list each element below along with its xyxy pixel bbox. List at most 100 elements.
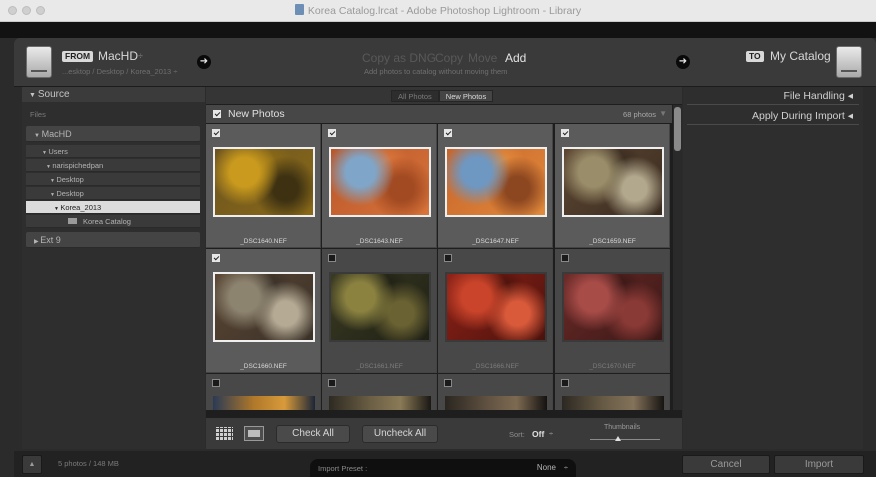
photo-thumbnail[interactable] (213, 272, 315, 342)
loupe-view-icon[interactable] (244, 426, 264, 441)
photo-grid-area: All Photos New Photos New Photos 68 phot… (206, 87, 682, 449)
folder-korea-2013[interactable]: ▼ Korea_2013 (26, 201, 200, 214)
window-title-wrap: Korea Catalog.lrcat - Adobe Photoshop Li… (0, 4, 876, 17)
photo-cell[interactable]: _DSC1666.NEF (438, 249, 553, 373)
photo-cell[interactable]: _DSC1659.NEF (555, 124, 670, 248)
mode-add[interactable]: Add (505, 51, 526, 65)
destination-hard-drive-icon[interactable] (836, 46, 862, 78)
source-dropdown-icon[interactable]: ÷ (138, 51, 143, 61)
photo-thumbnail-partial[interactable] (329, 396, 431, 410)
photo-checkbox-icon[interactable] (328, 129, 336, 137)
photo-checkbox-icon[interactable] (328, 254, 336, 262)
photo-thumbnail[interactable] (445, 272, 547, 342)
sort-value[interactable]: Off (532, 429, 544, 439)
photo-cell[interactable] (555, 374, 670, 410)
folder-users[interactable]: ▼ Users (26, 145, 200, 158)
import-button[interactable]: Import (774, 455, 864, 474)
destination-name[interactable]: My Catalog (770, 49, 831, 63)
photo-filename: _DSC1643.NEF (356, 238, 403, 245)
source-panel-header[interactable]: ▼ Source (22, 87, 205, 102)
grid-scrollbar[interactable] (673, 105, 682, 410)
photo-thumbnail-partial[interactable] (562, 396, 664, 410)
thumbnail-size-slider[interactable] (590, 436, 660, 441)
folder-desktop[interactable]: ▼ Desktop (26, 173, 200, 186)
thumbnail-slider-handle[interactable] (614, 436, 621, 441)
photo-thumbnail[interactable] (213, 147, 315, 217)
folder-user-home-label: narispichedpan (52, 161, 104, 170)
photo-thumbnail[interactable] (329, 272, 431, 342)
drive-ext9-label: Ext 9 (40, 235, 61, 245)
mode-copy-as-dng[interactable]: Copy as DNG (362, 51, 436, 65)
drive-ext9[interactable]: ▶ Ext 9 (26, 232, 200, 248)
lightroom-import-window: Korea Catalog.lrcat - Adobe Photoshop Li… (0, 0, 876, 477)
cancel-button[interactable]: Cancel (682, 455, 770, 474)
import-preset-label: Import Preset : (318, 464, 368, 473)
photo-checkbox-icon[interactable] (561, 379, 569, 387)
grid-scroll-thumb[interactable] (674, 107, 681, 151)
to-tag: TO (746, 51, 764, 62)
disclosure-triangle-icon: ▼ (29, 92, 38, 99)
folder-korea-catalog[interactable]: Korea Catalog (26, 215, 200, 228)
photo-checkbox-icon[interactable] (328, 379, 336, 387)
window-title: Korea Catalog.lrcat - Adobe Photoshop Li… (307, 5, 582, 17)
photo-checkbox-icon[interactable] (561, 254, 569, 262)
group-title: New Photos (228, 108, 285, 120)
photo-thumbnail-partial[interactable] (213, 396, 315, 410)
source-hard-drive-icon[interactable] (26, 46, 52, 78)
from-tag: FROM (62, 51, 94, 62)
tab-all-photos[interactable]: All Photos (391, 90, 439, 102)
photo-thumbnail[interactable] (562, 147, 664, 217)
photo-cell[interactable]: _DSC1640.NEF (206, 124, 321, 248)
photo-thumbnail[interactable] (445, 147, 547, 217)
photo-checkbox-icon[interactable] (212, 129, 220, 137)
photo-checkbox-icon[interactable] (212, 254, 220, 262)
photo-cell[interactable] (438, 374, 553, 410)
photo-cell[interactable]: _DSC1647.NEF (438, 124, 553, 248)
photo-thumbnail[interactable] (329, 147, 431, 217)
mode-copy[interactable]: Copy (435, 51, 463, 65)
photo-cell[interactable] (206, 374, 321, 410)
check-all-button[interactable]: Check All (276, 425, 350, 443)
photo-cell[interactable]: _DSC1643.NEF (322, 124, 437, 248)
drive-machd[interactable]: ▼ MacHD (26, 126, 200, 142)
disclosure-triangle-icon: ▼ (34, 133, 42, 139)
sort-dropdown-icon[interactable]: ÷ (549, 429, 553, 438)
photo-cell[interactable]: _DSC1660.NEF (206, 249, 321, 373)
toggle-compact-button[interactable]: ▲ (22, 455, 42, 474)
import-preset-value[interactable]: None (537, 463, 556, 472)
arrow-right-icon: ➜ (197, 55, 211, 69)
import-preset-bar[interactable]: Import Preset : None ÷ (310, 459, 576, 477)
folder-user-home[interactable]: ▼ narispichedpan (26, 159, 200, 172)
photo-filename: _DSC1670.NEF (589, 363, 636, 370)
folder-icon (68, 218, 77, 224)
photo-checkbox-icon[interactable] (212, 379, 220, 387)
photo-cell[interactable]: _DSC1661.NEF (322, 249, 437, 373)
tab-new-photos[interactable]: New Photos (438, 90, 494, 102)
source-drive-name[interactable]: MacHD (98, 49, 138, 63)
photo-checkbox-icon[interactable] (444, 254, 452, 262)
photo-checkbox-icon[interactable] (561, 129, 569, 137)
group-collapse-icon[interactable]: ▼ (659, 109, 667, 118)
window-titlebar: Korea Catalog.lrcat - Adobe Photoshop Li… (0, 0, 876, 22)
apply-during-import-section[interactable]: Apply During Import ◂ (687, 107, 859, 125)
grid-view-icon[interactable] (216, 427, 233, 440)
photo-cell[interactable]: _DSC1670.NEF (555, 249, 670, 373)
photo-thumbnail-partial[interactable] (445, 396, 547, 410)
photo-filename: _DSC1666.NEF (472, 363, 519, 370)
preset-dropdown-icon[interactable]: ÷ (564, 463, 568, 472)
photo-checkbox-icon[interactable] (444, 129, 452, 137)
uncheck-all-button[interactable]: Uncheck All (362, 425, 438, 443)
photo-cell[interactable] (322, 374, 437, 410)
import-header: FROM MacHD ÷ ...esktop / Desktop / Korea… (14, 38, 876, 87)
photo-filename: _DSC1659.NEF (589, 238, 636, 245)
mode-move[interactable]: Move (468, 51, 497, 65)
folder-desktop-2[interactable]: ▼ Desktop (26, 187, 200, 200)
file-handling-section[interactable]: File Handling ◂ (687, 87, 859, 105)
group-checkbox-icon[interactable] (213, 110, 221, 118)
file-handling-label: File Handling (783, 90, 845, 102)
files-label: Files (30, 110, 46, 119)
photo-checkbox-icon[interactable] (444, 379, 452, 387)
source-path[interactable]: ...esktop / Desktop / Korea_2013 ÷ (62, 67, 177, 76)
drive-machd-label: MacHD (41, 129, 72, 139)
photo-thumbnail[interactable] (562, 272, 664, 342)
